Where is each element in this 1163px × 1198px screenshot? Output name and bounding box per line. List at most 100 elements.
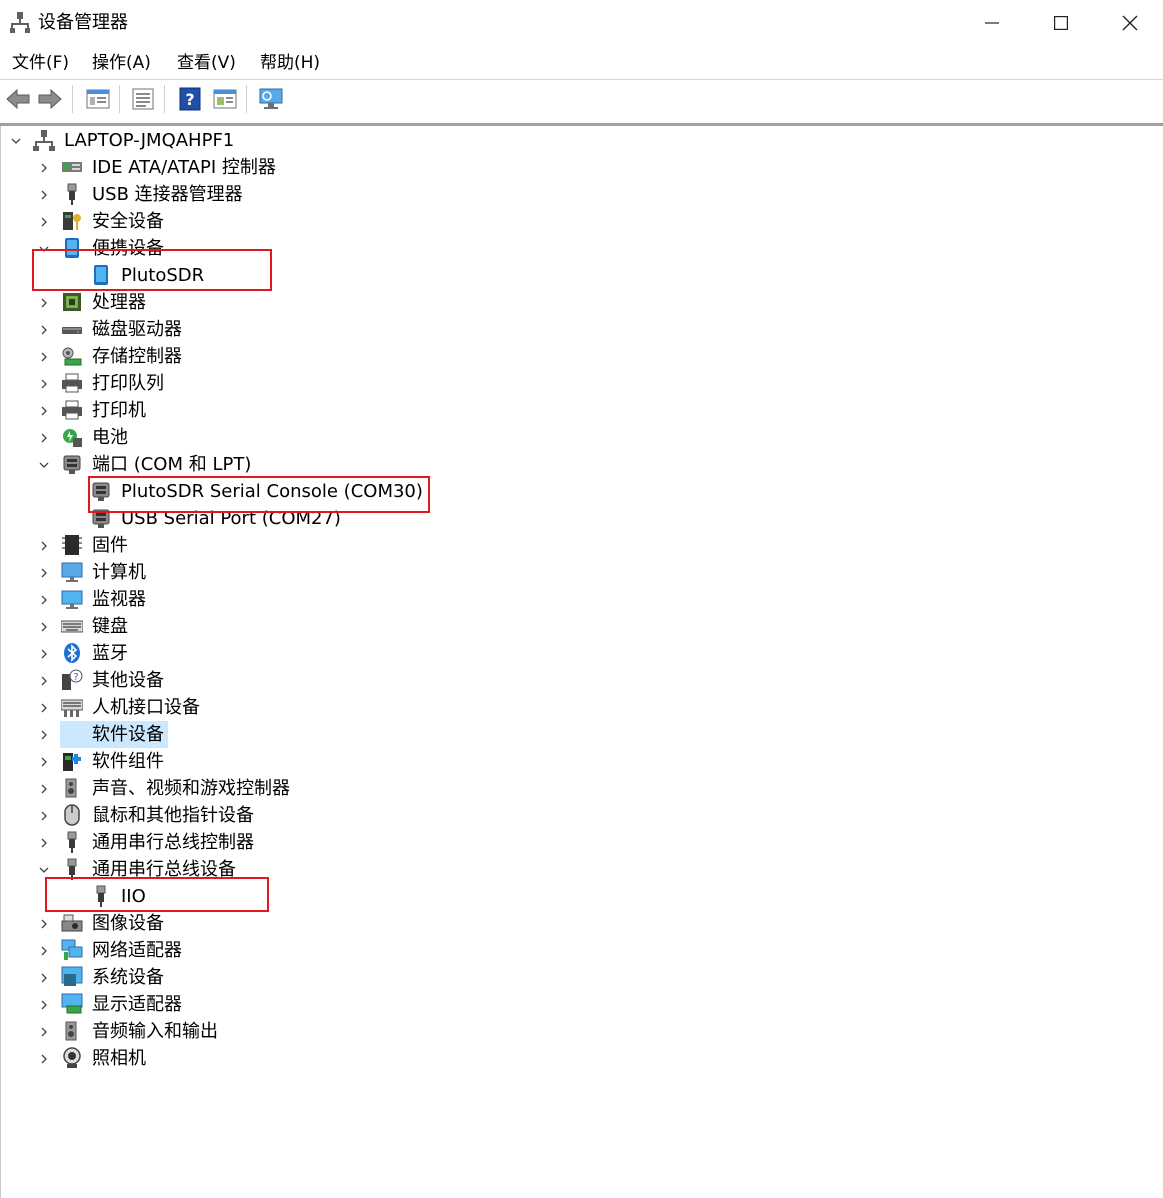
tree-category[interactable]: 软件设备 — [0, 721, 1163, 748]
tree-category[interactable]: 打印机 — [0, 397, 1163, 424]
chevron-right-icon[interactable] — [38, 910, 50, 937]
tree-category[interactable]: IDE ATA/ATAPI 控制器 — [0, 154, 1163, 181]
chevron-right-icon[interactable] — [38, 289, 50, 316]
minimize-button[interactable] — [957, 0, 1027, 46]
chevron-right-icon[interactable] — [38, 1018, 50, 1045]
keyboard-icon — [61, 615, 83, 637]
chevron-right-icon[interactable] — [38, 694, 50, 721]
back-icon[interactable] — [4, 85, 32, 113]
chevron-right-icon[interactable] — [38, 343, 50, 370]
close-button[interactable] — [1095, 0, 1163, 46]
highlight-box — [32, 249, 272, 291]
tree-category[interactable]: 安全设备 — [0, 208, 1163, 235]
imaging-device-icon — [61, 912, 83, 934]
forward-icon[interactable] — [36, 85, 64, 113]
tree-category[interactable]: 软件组件 — [0, 748, 1163, 775]
svg-text:?: ? — [73, 672, 78, 683]
tree-category[interactable]: USB 连接器管理器 — [0, 181, 1163, 208]
battery-icon — [61, 426, 83, 448]
disk-drive-icon — [61, 318, 83, 340]
chevron-right-icon[interactable] — [38, 748, 50, 775]
chevron-right-icon[interactable] — [38, 397, 50, 424]
window-title: 设备管理器 — [38, 12, 128, 33]
tree-item-label: 声音、视频和游戏控制器 — [92, 778, 290, 799]
tree-item-label: 显示适配器 — [92, 994, 182, 1015]
chevron-right-icon[interactable] — [38, 775, 50, 802]
chevron-right-icon[interactable] — [38, 424, 50, 451]
menu-view[interactable]: 查看(V) — [177, 51, 236, 75]
chevron-right-icon[interactable] — [38, 154, 50, 181]
chevron-right-icon[interactable] — [38, 829, 50, 856]
chevron-right-icon[interactable] — [38, 559, 50, 586]
tree-border — [0, 123, 1163, 126]
tree-category[interactable]: 磁盘驱动器 — [0, 316, 1163, 343]
tree-category[interactable]: 固件 — [0, 532, 1163, 559]
toolbar-divider — [119, 85, 120, 113]
tree-item-label: LAPTOP-JMQAHPF1 — [64, 130, 235, 151]
chevron-right-icon[interactable] — [38, 613, 50, 640]
chevron-right-icon[interactable] — [38, 721, 50, 748]
computer-root-icon — [33, 129, 55, 151]
tree-item-label: 其他设备 — [92, 670, 164, 691]
tree-item-label: 鼠标和其他指针设备 — [92, 805, 254, 826]
tree-category[interactable]: 照相机 — [0, 1045, 1163, 1072]
chevron-right-icon[interactable] — [38, 667, 50, 694]
help-icon[interactable]: ? — [176, 85, 204, 113]
chevron-right-icon[interactable] — [38, 937, 50, 964]
tree-category[interactable]: 图像设备 — [0, 910, 1163, 937]
tree-category[interactable]: 端口 (COM 和 LPT) — [0, 451, 1163, 478]
tree-category[interactable]: 键盘 — [0, 613, 1163, 640]
chevron-down-icon[interactable] — [38, 451, 50, 478]
tree-category[interactable]: 系统设备 — [0, 964, 1163, 991]
hid-icon — [61, 696, 83, 718]
toolbar-divider — [72, 85, 73, 113]
properties-icon[interactable] — [84, 85, 112, 113]
chevron-right-icon[interactable] — [38, 316, 50, 343]
tree-category[interactable]: 声音、视频和游戏控制器 — [0, 775, 1163, 802]
usb-plug-icon — [61, 831, 83, 853]
chevron-right-icon[interactable] — [38, 640, 50, 667]
tree-category[interactable]: 计算机 — [0, 559, 1163, 586]
chevron-right-icon[interactable] — [38, 370, 50, 397]
tree-category[interactable]: 打印队列 — [0, 370, 1163, 397]
chevron-right-icon[interactable] — [38, 1045, 50, 1072]
maximize-button[interactable] — [1026, 0, 1096, 46]
tree-category[interactable]: 蓝牙 — [0, 640, 1163, 667]
chevron-right-icon[interactable] — [38, 532, 50, 559]
chevron-right-icon[interactable] — [38, 181, 50, 208]
speaker-icon — [61, 1020, 83, 1042]
tree-item-label: 系统设备 — [92, 967, 164, 988]
tree-item-label: 监视器 — [92, 589, 146, 610]
monitor-icon[interactable] — [257, 85, 285, 113]
chevron-right-icon[interactable] — [38, 991, 50, 1018]
tree-category[interactable]: 监视器 — [0, 586, 1163, 613]
tree-category[interactable]: 音频输入和输出 — [0, 1018, 1163, 1045]
tree-item-label: 蓝牙 — [92, 643, 128, 664]
tree-category[interactable]: 鼠标和其他指针设备 — [0, 802, 1163, 829]
display-adapter-icon — [61, 993, 83, 1015]
list-icon[interactable] — [129, 85, 157, 113]
tree-item-label: 计算机 — [92, 562, 146, 583]
action-icon[interactable] — [211, 85, 239, 113]
menu-help[interactable]: 帮助(H) — [260, 51, 320, 75]
chevron-down-icon[interactable] — [10, 127, 22, 154]
chevron-right-icon[interactable] — [38, 802, 50, 829]
tree-category[interactable]: ? 其他设备 — [0, 667, 1163, 694]
tree-category[interactable]: 通用串行总线控制器 — [0, 829, 1163, 856]
tree-category[interactable]: 处理器 — [0, 289, 1163, 316]
tree-category[interactable]: 显示适配器 — [0, 991, 1163, 1018]
menu-action[interactable]: 操作(A) — [92, 51, 151, 75]
tree-root[interactable]: LAPTOP-JMQAHPF1 — [0, 127, 1163, 154]
tree-item-label: 电池 — [92, 427, 128, 448]
tree-category[interactable]: 存储控制器 — [0, 343, 1163, 370]
tree-category[interactable]: 电池 — [0, 424, 1163, 451]
tree-item-label: 存储控制器 — [92, 346, 182, 367]
chevron-right-icon[interactable] — [38, 586, 50, 613]
highlight-box — [45, 877, 269, 912]
chevron-right-icon[interactable] — [38, 208, 50, 235]
tree-category[interactable]: 网络适配器 — [0, 937, 1163, 964]
chevron-right-icon[interactable] — [38, 964, 50, 991]
toolbar-divider — [164, 85, 165, 113]
tree-category[interactable]: 人机接口设备 — [0, 694, 1163, 721]
menu-file[interactable]: 文件(F) — [12, 51, 69, 75]
